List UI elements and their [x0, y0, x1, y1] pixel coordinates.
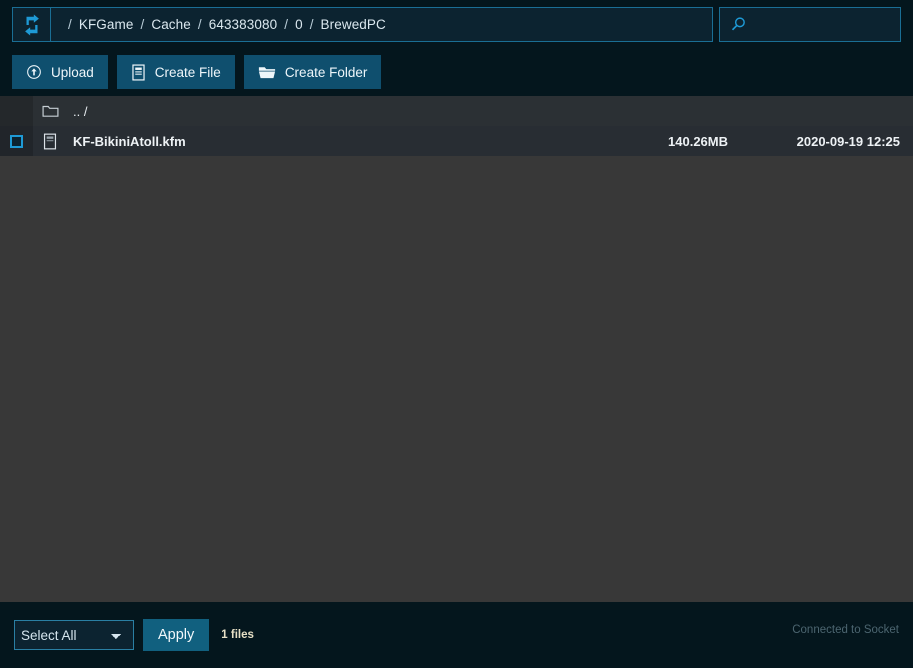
- apply-button[interactable]: Apply: [143, 619, 210, 651]
- row-file-size: 140.26MB: [668, 133, 728, 149]
- search-input[interactable]: [753, 17, 893, 32]
- row-file-modified: 2020-09-19 12:25: [796, 133, 900, 149]
- breadcrumb-item-4[interactable]: BrewedPC: [321, 17, 386, 32]
- folder-icon: [41, 105, 59, 117]
- sync-arrows-icon: [24, 13, 39, 36]
- upload-circle-icon: [27, 65, 41, 79]
- file-list: .. / KF-BikiniAtoll.kfm 140.26MB 2020-09…: [0, 96, 913, 602]
- breadcrumb-separator: /: [68, 17, 72, 32]
- parent-directory-row[interactable]: .. /: [0, 96, 913, 126]
- folder-icon: [258, 66, 275, 78]
- upload-button-label: Upload: [51, 64, 94, 80]
- top-bar: / KFGame / Cache / 643383080 / 0 / Brewe…: [0, 0, 913, 48]
- create-folder-button[interactable]: Create Folder: [243, 55, 382, 89]
- upload-button[interactable]: Upload: [12, 55, 108, 89]
- breadcrumb-item-0[interactable]: KFGame: [79, 17, 134, 32]
- row-file-name[interactable]: KF-BikiniAtoll.kfm: [67, 134, 548, 149]
- parent-folder-icon-cell: [33, 104, 67, 118]
- app-logo[interactable]: [13, 8, 51, 41]
- breadcrumb-separator: /: [140, 17, 145, 32]
- breadcrumb-item-2[interactable]: 643383080: [209, 17, 277, 32]
- file-icon: [132, 63, 145, 81]
- path-bar: / KFGame / Cache / 643383080 / 0 / Brewe…: [12, 7, 713, 42]
- file-icon: [43, 133, 57, 149]
- checkbox-cell-empty: [0, 96, 33, 126]
- search-icon: [731, 17, 745, 31]
- row-file-icon-cell: [33, 133, 67, 150]
- breadcrumb-item-3[interactable]: 0: [295, 17, 303, 32]
- breadcrumb-separator: /: [284, 17, 289, 32]
- breadcrumb-separator: /: [197, 17, 202, 32]
- row-checkbox-cell: [0, 126, 33, 156]
- create-file-button[interactable]: Create File: [116, 55, 235, 89]
- table-row[interactable]: KF-BikiniAtoll.kfm 140.26MB 2020-09-19 1…: [0, 126, 913, 156]
- row-checkbox[interactable]: [10, 134, 23, 148]
- search-bar[interactable]: [719, 7, 901, 42]
- create-file-button-label: Create File: [154, 64, 221, 80]
- parent-directory-label: .. /: [73, 103, 88, 119]
- bulk-action-select[interactable]: Select All: [14, 620, 134, 650]
- create-folder-button-label: Create Folder: [284, 64, 368, 80]
- action-toolbar: Upload Create File Create Folder: [0, 48, 913, 96]
- breadcrumb-separator: /: [309, 17, 314, 32]
- file-count-label: 1 files: [221, 629, 254, 641]
- file-manager-app: / KFGame / Cache / 643383080 / 0 / Brewe…: [0, 0, 913, 668]
- connection-status: Connected to Socket: [792, 624, 899, 636]
- breadcrumb: / KFGame / Cache / 643383080 / 0 / Brewe…: [51, 8, 386, 41]
- footer-bar: Select All Apply 1 files Connected to So…: [0, 602, 913, 668]
- breadcrumb-item-1[interactable]: Cache: [151, 17, 191, 32]
